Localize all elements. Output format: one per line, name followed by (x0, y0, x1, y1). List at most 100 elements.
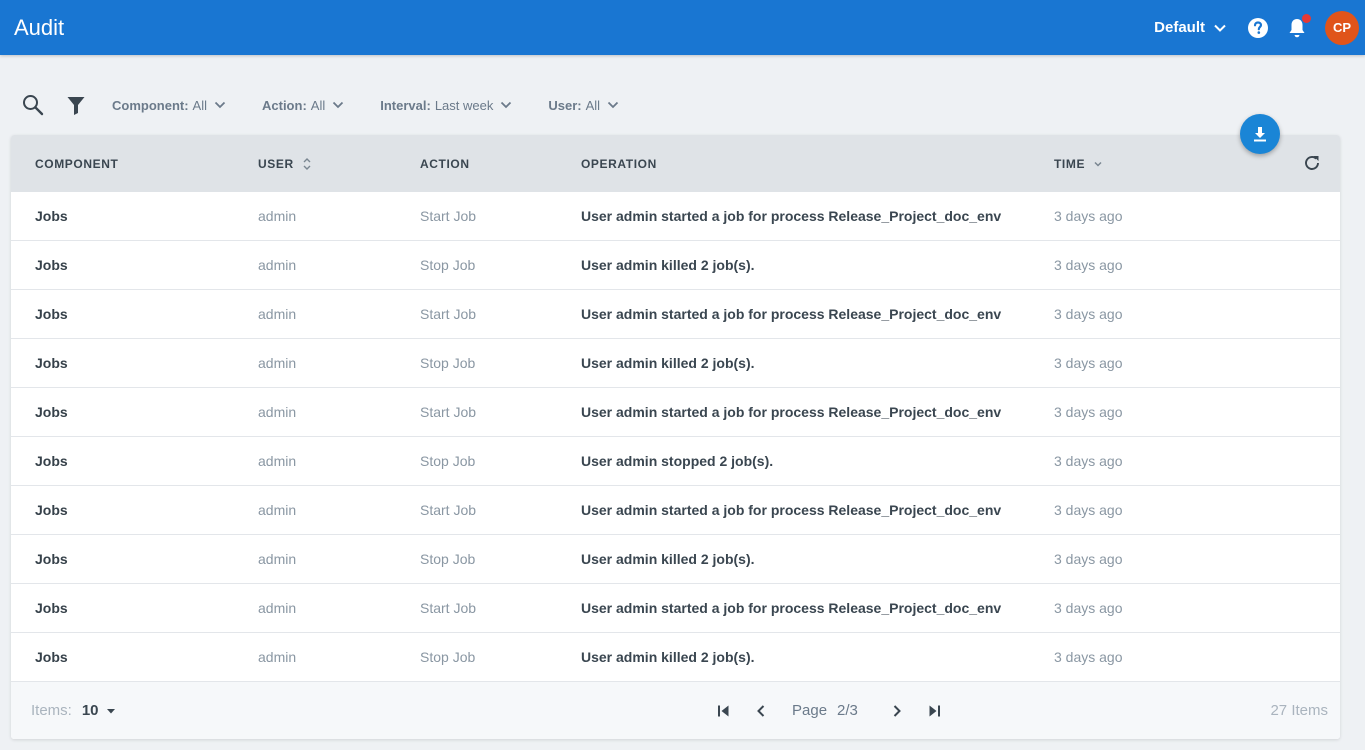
column-header-label: ACTION (420, 156, 470, 171)
cell-action: Start Job (420, 600, 477, 616)
next-page-icon[interactable] (890, 703, 904, 719)
notifications-bell-icon[interactable] (1287, 13, 1311, 39)
download-icon (1254, 127, 1266, 142)
cell-time: 3 days ago (1054, 208, 1123, 224)
sort-icon[interactable] (302, 157, 312, 171)
cell-operation: User admin killed 2 job(s). (581, 649, 755, 665)
cell-action: Start Job (420, 404, 477, 420)
sort-descending-icon[interactable] (1093, 159, 1103, 169)
table-row[interactable]: Jobs admin Stop Job User admin killed 2 … (11, 633, 1340, 682)
filter-icon[interactable] (66, 94, 86, 116)
page-number[interactable]: 2/3 (837, 702, 858, 719)
cell-time: 3 days ago (1054, 551, 1123, 567)
cell-component: Jobs (35, 404, 68, 420)
table-row[interactable]: Jobs admin Start Job User admin started … (11, 192, 1340, 241)
filter-bar: Component: All Action: All Interval: Las… (22, 92, 655, 118)
table-row[interactable]: Jobs admin Stop Job User admin killed 2 … (11, 241, 1340, 290)
table-row[interactable]: Jobs admin Stop Job User admin killed 2 … (11, 339, 1340, 388)
cell-user: admin (258, 453, 297, 469)
pagination: Page 2/3 (716, 682, 942, 739)
filter-interval[interactable]: Interval: Last week (380, 98, 512, 113)
filter-label: Component: (112, 97, 189, 113)
cell-component: Jobs (35, 257, 68, 273)
column-header-time[interactable]: TIME (1054, 135, 1103, 192)
notification-dot (1302, 13, 1311, 23)
cell-time: 3 days ago (1054, 404, 1123, 420)
first-page-icon[interactable] (716, 703, 732, 719)
top-bar: Audit Default CP (0, 0, 1365, 55)
cell-time: 3 days ago (1054, 355, 1123, 371)
chevron-down-icon (607, 101, 619, 109)
total-items-count: 27 Items (1270, 702, 1328, 719)
chevron-down-icon (333, 101, 344, 109)
filter-action[interactable]: Action: All (262, 98, 344, 113)
help-icon[interactable] (1247, 17, 1269, 39)
cell-component: Jobs (35, 453, 68, 469)
chevron-down-icon (214, 101, 226, 109)
filter-label: User: (548, 97, 582, 113)
cell-user: admin (258, 551, 297, 567)
cell-user: admin (258, 649, 297, 665)
avatar[interactable]: CP (1325, 10, 1359, 45)
cell-action: Start Job (420, 208, 477, 224)
table-row[interactable]: Jobs admin Stop Job User admin killed 2 … (11, 535, 1340, 584)
workspace-selector[interactable]: Default (1154, 19, 1227, 36)
filter-component[interactable]: Component: All (112, 98, 226, 113)
cell-user: admin (258, 502, 297, 518)
table-body: Jobs admin Start Job User admin started … (11, 192, 1340, 682)
previous-page-icon[interactable] (754, 703, 768, 719)
filter-value: All (310, 97, 326, 113)
filter-label: Action: (262, 97, 307, 113)
cell-component: Jobs (35, 208, 68, 224)
cell-user: admin (258, 600, 297, 616)
cell-action: Start Job (420, 502, 477, 518)
cell-operation: User admin started a job for process Rel… (581, 306, 1002, 322)
column-header-user[interactable]: USER (258, 135, 312, 192)
cell-operation: User admin stopped 2 job(s). (581, 453, 774, 469)
cell-operation: User admin killed 2 job(s). (581, 355, 755, 371)
cell-component: Jobs (35, 355, 68, 371)
cell-action: Stop Job (420, 649, 476, 665)
table-row[interactable]: Jobs admin Start Job User admin started … (11, 388, 1340, 437)
items-per-page-value: 10 (81, 702, 99, 719)
cell-component: Jobs (35, 600, 68, 616)
table-row[interactable]: Jobs admin Stop Job User admin stopped 2… (11, 437, 1340, 486)
download-button[interactable] (1240, 114, 1280, 154)
last-page-icon[interactable] (926, 703, 942, 719)
table-row[interactable]: Jobs admin Start Job User admin started … (11, 486, 1340, 535)
cell-component: Jobs (35, 551, 68, 567)
cell-user: admin (258, 404, 297, 420)
cell-action: Start Job (420, 306, 477, 322)
audit-table: COMPONENT USER ACTION OPERATION TIME Job… (11, 135, 1340, 739)
table-footer: Items: 10 Page 2/3 27 Items (11, 682, 1340, 739)
cell-time: 3 days ago (1054, 306, 1123, 322)
cell-operation: User admin started a job for process Rel… (581, 208, 1002, 224)
chevron-down-icon (501, 101, 512, 109)
filter-label: Interval: (380, 97, 431, 113)
column-header-label: USER (258, 156, 294, 171)
table-row[interactable]: Jobs admin Start Job User admin started … (11, 290, 1340, 339)
cell-time: 3 days ago (1054, 600, 1123, 616)
filter-value: All (192, 97, 207, 113)
cell-action: Stop Job (420, 355, 476, 371)
cell-component: Jobs (35, 306, 68, 322)
cell-user: admin (258, 306, 297, 322)
search-icon[interactable] (22, 94, 44, 116)
cell-user: admin (258, 208, 297, 224)
column-header-label: OPERATION (581, 156, 657, 171)
cell-time: 3 days ago (1054, 502, 1123, 518)
filter-user[interactable]: User: All (548, 98, 619, 113)
column-header-operation: OPERATION (581, 135, 657, 192)
cell-user: admin (258, 257, 297, 273)
table-row[interactable]: Jobs admin Start Job User admin started … (11, 584, 1340, 633)
column-header-component: COMPONENT (35, 135, 118, 192)
cell-operation: User admin killed 2 job(s). (581, 257, 755, 273)
top-bar-actions: Default CP (1154, 0, 1365, 55)
items-per-page-select[interactable]: Items: 10 (31, 702, 117, 719)
chevron-down-icon (1214, 24, 1226, 32)
cell-operation: User admin started a job for process Rel… (581, 600, 1002, 616)
filter-value: Last week (434, 97, 494, 113)
cell-time: 3 days ago (1054, 453, 1123, 469)
refresh-icon[interactable] (1302, 153, 1322, 173)
cell-user: admin (258, 355, 297, 371)
